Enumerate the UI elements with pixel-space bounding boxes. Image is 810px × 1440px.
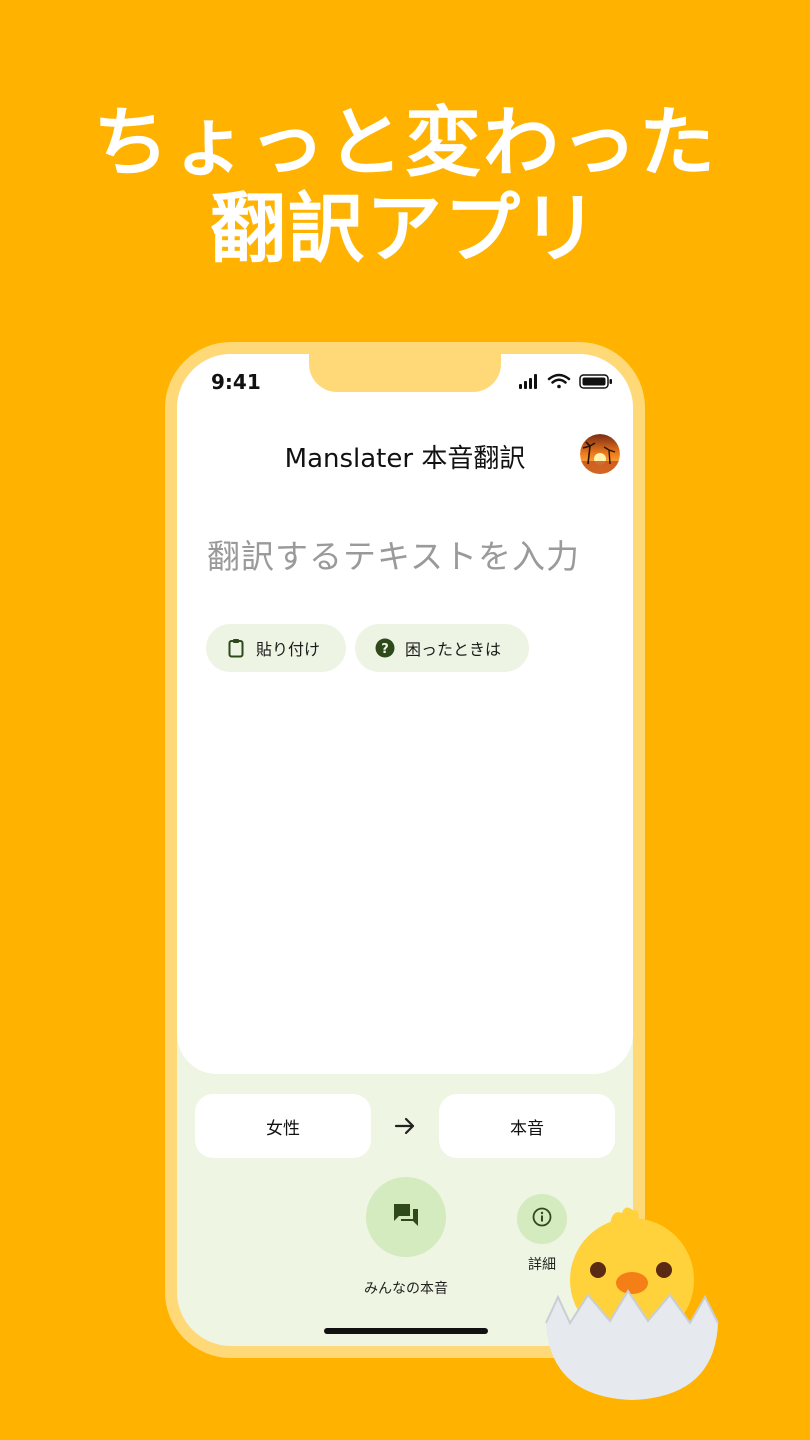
battery-icon bbox=[579, 374, 612, 389]
headline-line-2: 翻訳アプリ bbox=[210, 184, 600, 273]
help-button[interactable]: ? 困ったときは bbox=[355, 624, 529, 672]
paste-button[interactable]: 貼り付け bbox=[206, 624, 346, 672]
status-time: 9:41 bbox=[211, 370, 261, 394]
phone-screen: 9:41 Manslater 本音翻訳 翻訳するテキストを入力 貼り付け ? 困… bbox=[177, 354, 633, 1346]
target-language-selector[interactable]: 本音 bbox=[439, 1094, 615, 1158]
promo-headline: ちょっと変わった 翻訳アプリ bbox=[0, 100, 810, 272]
phone-notch bbox=[309, 354, 501, 392]
target-language-label: 本音 bbox=[510, 1118, 544, 1139]
app-title: Manslater 本音翻訳 bbox=[284, 444, 526, 474]
community-label: みんなの本音 bbox=[364, 1281, 448, 1297]
clipboard-icon bbox=[226, 638, 246, 658]
paste-label: 貼り付け bbox=[256, 640, 321, 659]
home-indicator bbox=[324, 1328, 488, 1334]
translation-input[interactable]: 翻訳するテキストを入力 bbox=[207, 530, 607, 578]
translation-input-panel: 9:41 Manslater 本音翻訳 翻訳するテキストを入力 貼り付け ? 困… bbox=[177, 354, 633, 1074]
sunset-avatar[interactable] bbox=[580, 434, 620, 474]
help-circle-icon: ? bbox=[375, 638, 395, 658]
headline-line-1: ちょっと変わった bbox=[93, 98, 717, 187]
community-button[interactable] bbox=[366, 1177, 446, 1257]
chick-mascot-icon bbox=[540, 1205, 730, 1405]
signal-icon bbox=[519, 374, 537, 389]
help-label: 困ったときは bbox=[405, 640, 502, 659]
arrow-right-icon[interactable] bbox=[393, 1114, 417, 1138]
status-icons bbox=[519, 372, 613, 390]
source-language-label: 女性 bbox=[266, 1118, 300, 1139]
forum-icon bbox=[392, 1202, 420, 1232]
wifi-icon bbox=[547, 373, 571, 389]
svg-text:?: ? bbox=[381, 642, 389, 657]
source-language-selector[interactable]: 女性 bbox=[195, 1094, 371, 1158]
